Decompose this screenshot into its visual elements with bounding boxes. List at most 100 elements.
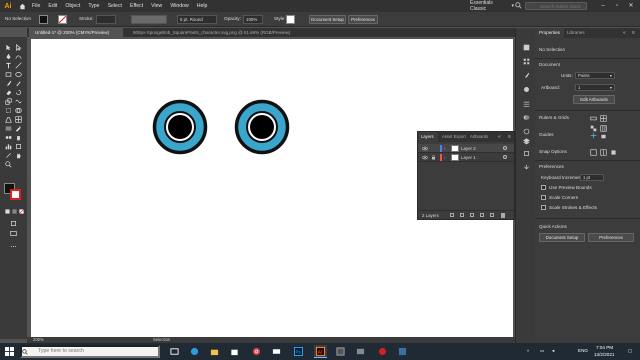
swatches-panel-icon[interactable] [521, 56, 531, 66]
help-search-input[interactable] [525, 2, 587, 10]
variable-width-profile[interactable] [131, 15, 167, 24]
scale-tool-icon[interactable] [4, 97, 13, 105]
edit-artboards-button[interactable]: Edit Artboards [573, 95, 615, 104]
column-graph-tool-icon[interactable] [4, 142, 13, 150]
layer-name[interactable]: Layer 2 [461, 144, 476, 153]
task-view-icon[interactable] [168, 345, 181, 358]
export-icon[interactable] [450, 213, 454, 217]
fill-swatch[interactable] [39, 15, 48, 24]
clipping-mask-icon[interactable] [470, 213, 474, 217]
menu-help[interactable]: Help [193, 3, 212, 9]
scale-strokes-checkbox[interactable] [541, 205, 546, 210]
collapse-icon[interactable]: « [623, 28, 626, 38]
selection-tool-icon[interactable] [4, 43, 13, 51]
stroke-color-box[interactable] [10, 189, 21, 200]
layer-row[interactable]: › Layer 1 [418, 153, 514, 162]
expand-arrow-icon[interactable]: › [444, 144, 445, 153]
layer-name[interactable]: Layer 1 [461, 153, 476, 162]
new-sublayer-icon[interactable] [480, 213, 484, 217]
zoom-tool-icon[interactable] [4, 160, 13, 168]
windows-start-icon[interactable] [5, 347, 14, 358]
edge-browser-icon[interactable] [188, 345, 201, 358]
visibility-eye-icon[interactable] [422, 146, 428, 152]
color-panel-icon[interactable] [521, 42, 531, 52]
workspace-switcher[interactable]: Essentials Classic ▾ [470, 0, 514, 12]
collapse-icon[interactable]: « [498, 132, 501, 142]
direct-selection-tool-icon[interactable] [14, 43, 23, 51]
eraser-tool-icon[interactable] [4, 88, 13, 96]
blend-tool-icon[interactable] [4, 133, 13, 141]
panel-menu-icon[interactable]: ≡ [508, 132, 511, 142]
appearance-panel-icon[interactable] [521, 126, 531, 136]
grid-icon[interactable] [599, 114, 607, 122]
tab-libraries[interactable]: Libraries [563, 28, 589, 38]
target-circle-icon[interactable] [503, 146, 507, 150]
file-explorer-icon[interactable] [208, 345, 221, 358]
warp-tool-icon[interactable] [14, 97, 23, 105]
store-icon[interactable] [228, 345, 241, 358]
new-layer-icon[interactable] [490, 213, 494, 217]
slice-tool-icon[interactable] [4, 151, 13, 159]
mesh-tool-icon[interactable] [14, 115, 23, 123]
asset-export-panel-icon[interactable] [521, 162, 531, 172]
document-setup-button[interactable]: Document Setup [309, 15, 346, 24]
document-setup-button[interactable]: Document Setup [539, 233, 585, 242]
clock-date[interactable]: 13/2/2021 [594, 352, 614, 357]
app-icon[interactable] [334, 345, 347, 358]
visibility-eye-icon[interactable] [422, 155, 428, 161]
paintbrush-tool-icon[interactable] [4, 79, 13, 87]
tray-chevron-icon[interactable]: ^ [527, 349, 529, 354]
show-guides-icon[interactable] [589, 131, 597, 139]
artboard-tool-icon[interactable] [14, 142, 23, 150]
tab-untitled-1[interactable]: Untitled-1* @ 200% (CMYK/Preview) [29, 28, 123, 37]
tab-properties[interactable]: Properties [535, 28, 564, 38]
more-tools-icon[interactable] [9, 242, 18, 250]
ruler-icon[interactable] [589, 114, 597, 122]
menu-object[interactable]: Object [61, 3, 84, 9]
menu-effect[interactable]: Effect [126, 3, 147, 9]
eyedropper-tool-icon[interactable] [14, 124, 23, 132]
pencil-tool-icon[interactable] [14, 79, 23, 87]
perspective-grid-tool-icon[interactable] [4, 115, 13, 123]
target-circle-icon[interactable] [503, 155, 507, 159]
symbols-panel-icon[interactable] [521, 84, 531, 94]
maximize-icon[interactable]: ▫ [612, 1, 622, 11]
gradient-tool-icon[interactable] [4, 124, 13, 132]
layer-row[interactable]: › Layer 2 [418, 144, 514, 153]
snap-to-pixel-icon[interactable] [609, 148, 617, 156]
trash-icon[interactable] [501, 213, 505, 218]
locate-object-icon[interactable] [460, 213, 464, 217]
panel-menu-icon[interactable]: ≡ [632, 28, 635, 38]
symbol-sprayer-tool-icon[interactable] [14, 133, 23, 141]
brushes-panel-icon[interactable] [521, 70, 531, 80]
graphic-style-swatch[interactable] [286, 15, 295, 24]
none-mode-icon[interactable] [17, 207, 26, 215]
scale-corners-checkbox[interactable] [541, 195, 546, 200]
language-indicator[interactable]: ENG [578, 348, 588, 353]
expand-arrow-icon[interactable]: › [444, 153, 445, 162]
left-eye[interactable] [152, 99, 208, 155]
tab-layers[interactable]: Layers [418, 132, 438, 142]
curvature-tool-icon[interactable] [14, 52, 23, 60]
home-icon[interactable] [16, 0, 28, 12]
menu-view[interactable]: View [147, 3, 166, 9]
tab-asset-export[interactable]: Asset Export [439, 132, 469, 142]
mail-icon[interactable] [270, 345, 283, 358]
line-tool-icon[interactable] [14, 61, 23, 69]
shape-builder-tool-icon[interactable] [14, 106, 23, 114]
rotate-tool-icon[interactable] [14, 88, 23, 96]
preferences-button[interactable]: Preferences [588, 233, 634, 242]
rectangle-tool-icon[interactable] [4, 70, 13, 78]
photoshop-icon[interactable]: Ps [292, 345, 305, 358]
hand-tool-icon[interactable] [14, 151, 23, 159]
network-icon[interactable]: ▭ [540, 348, 544, 354]
free-transform-tool-icon[interactable] [4, 106, 13, 114]
ellipse-tool-icon[interactable] [14, 70, 23, 78]
artboards-panel-icon[interactable] [521, 148, 531, 158]
screen-mode-icon[interactable] [9, 229, 18, 237]
stroke-swatch[interactable] [58, 15, 67, 24]
app-icon[interactable] [396, 345, 409, 358]
snap-to-point-icon[interactable] [589, 148, 597, 156]
menu-type[interactable]: Type [84, 3, 103, 9]
artboard-select[interactable]: 1 ▾ [575, 84, 615, 91]
